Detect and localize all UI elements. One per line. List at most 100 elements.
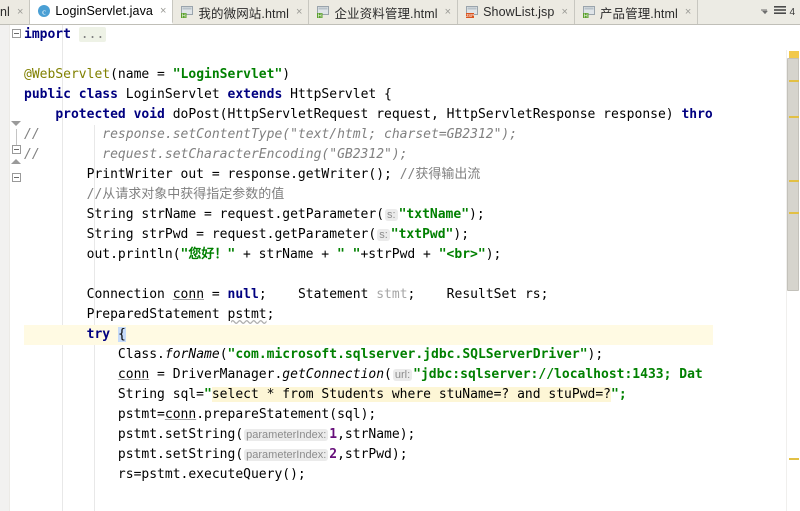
code-folding-gutter[interactable]: [10, 25, 24, 511]
code-token: ...: [78, 27, 107, 42]
ide-window: nl × c LoginServlet.java × H 我的微网站.html …: [0, 0, 800, 511]
code-token: stmt: [376, 287, 408, 302]
code-line: try {: [24, 325, 713, 345]
warning-marker[interactable]: [789, 80, 799, 82]
code-token: ; Statement: [258, 287, 377, 302]
java-class-icon: c: [37, 4, 51, 18]
editor-tab-chanpinguanli-html[interactable]: H 产品管理.html ×: [574, 0, 699, 24]
close-icon[interactable]: ×: [685, 6, 691, 18]
code-line: rs=pstmt.executeQuery();: [24, 465, 713, 485]
fold-arrow-up[interactable]: [11, 159, 21, 164]
fold-marker-comment-1[interactable]: [12, 145, 21, 154]
code-token: "您好！": [180, 247, 236, 262]
code-token: select * from Students where stuName=? a…: [211, 387, 612, 402]
editor-tab-label: LoginServlet.java: [55, 4, 153, 18]
editor-tab-showlist-jsp[interactable]: JSP ShowList.jsp ×: [458, 0, 575, 24]
warning-marker[interactable]: [789, 180, 799, 182]
editor-tab-wowangzhan-html[interactable]: H 我的微网站.html ×: [173, 0, 310, 24]
editor-tab-label: ShowList.jsp: [483, 5, 555, 19]
code-token: conn: [172, 287, 205, 302]
code-line: String strName = request.getParameter(s:…: [24, 205, 713, 225]
code-token: = DriverManager.: [149, 367, 283, 382]
code-token: //获得输出流: [399, 167, 481, 182]
warning-marker[interactable]: [789, 458, 799, 460]
code-token: ": [204, 387, 212, 402]
code-line: conn = DriverManager.getConnection(url: "…: [24, 365, 713, 385]
code-token: s:: [385, 209, 398, 221]
code-token: ): [282, 67, 291, 82]
code-token: );: [469, 207, 485, 222]
code-token: );: [485, 247, 502, 262]
code-token: {: [117, 327, 126, 342]
code-token: out.println(: [24, 247, 181, 262]
code-token: ,strName);: [337, 427, 416, 442]
editor-tab-label: nl: [0, 5, 10, 19]
code-token: conn: [164, 407, 197, 422]
code-token: LoginServlet: [125, 87, 228, 102]
code-token: extends: [227, 87, 291, 102]
warning-marker[interactable]: [789, 116, 799, 118]
editor-tab-qiyeziliao-html[interactable]: H 企业资料管理.html ×: [309, 0, 459, 24]
close-icon[interactable]: ×: [17, 6, 23, 18]
code-token: doPost(HttpServletRequest request, HttpS…: [172, 107, 682, 122]
code-lines: import ... @WebServlet(name = "LoginServ…: [24, 25, 713, 485]
fold-marker-import[interactable]: [12, 29, 21, 38]
code-token: ; ResultSet rs;: [407, 287, 549, 302]
code-editor[interactable]: import ... @WebServlet(name = "LoginServ…: [0, 25, 800, 511]
code-line: String sql="select * from Students where…: [24, 385, 713, 405]
close-icon[interactable]: ×: [445, 6, 451, 18]
editor-scrollbar-track[interactable]: [786, 50, 800, 511]
code-token: // response.setContentType("text/html; c…: [24, 127, 518, 142]
code-line: pstmt.setString(parameterIndex: 1,strName…: [24, 425, 713, 445]
code-token: PrintWriter out = response.getWriter();: [24, 167, 400, 182]
code-token: s:: [377, 229, 390, 241]
warning-marker[interactable]: [789, 212, 799, 214]
code-token: public class: [24, 87, 126, 102]
code-token: "jdbc:sqlserver://localhost:1433; Dat: [413, 367, 703, 382]
close-icon[interactable]: ×: [160, 5, 166, 17]
tab-count-badge: 4: [789, 6, 795, 18]
jsp-file-icon: JSP: [465, 5, 479, 19]
code-text-area[interactable]: import ... @WebServlet(name = "LoginServ…: [24, 25, 800, 511]
html-file-icon: H: [582, 5, 596, 19]
code-token: PreparedStatement: [24, 307, 228, 322]
fold-marker-comment-2[interactable]: [12, 173, 21, 182]
close-icon[interactable]: ×: [561, 6, 567, 18]
code-token: "txtName": [398, 207, 470, 222]
html-file-icon: H: [180, 5, 194, 19]
code-token: );: [587, 347, 604, 362]
code-token: protected void: [55, 107, 173, 122]
code-line: pstmt=conn.prepareStatement(sql);: [24, 405, 713, 425]
tab-bar-filler: [698, 0, 757, 24]
scrollbar-thumb[interactable]: [787, 58, 799, 291]
code-token: // request.setCharacterEncoding("GB2312"…: [24, 147, 408, 162]
editor-tab-label: 我的微网站.html: [198, 6, 289, 21]
code-token: "LoginServlet": [172, 67, 283, 82]
editor-tab-loginservlet[interactable]: c LoginServlet.java ×: [30, 0, 174, 24]
code-token: import: [24, 27, 71, 42]
fold-arrow-down[interactable]: [11, 121, 21, 126]
code-token: "txtPwd": [390, 227, 454, 242]
code-token: 1: [329, 427, 338, 442]
tab-list-icon[interactable]: [774, 3, 787, 21]
code-token: "com.microsoft.sqlserver.jdbc.SQLServerD…: [227, 347, 588, 362]
editor-tab-label: 企业资料管理.html: [334, 6, 438, 21]
chevron-down-icon[interactable]: [760, 3, 771, 21]
code-token: + strName +: [235, 247, 337, 262]
code-token: rs=pstmt.executeQuery();: [24, 467, 306, 482]
close-icon[interactable]: ×: [296, 6, 302, 18]
code-line: Connection conn = null; Statement stmt; …: [24, 285, 713, 305]
code-token: HttpServlet {: [290, 87, 392, 102]
code-token: (name =: [110, 67, 173, 82]
code-token: );: [453, 227, 470, 242]
svg-text:H: H: [584, 13, 588, 19]
editor-tab-clipped[interactable]: nl ×: [0, 0, 31, 24]
code-token: thro: [681, 107, 713, 122]
code-token: ;: [266, 307, 275, 322]
